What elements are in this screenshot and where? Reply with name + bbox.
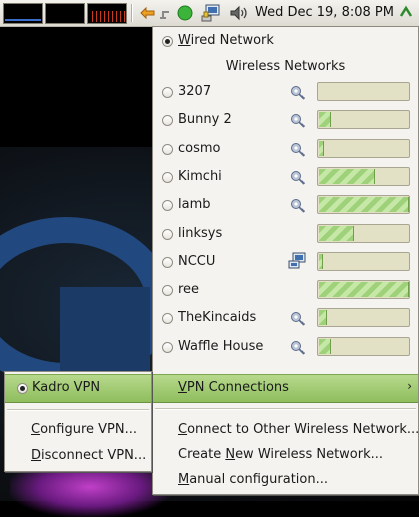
encrypted-network-icon [290, 170, 306, 186]
network-name: lamb [178, 197, 211, 213]
network-radio[interactable] [162, 171, 173, 183]
network-radio[interactable] [162, 285, 173, 297]
wireless-network-item[interactable]: Waffle House [153, 334, 418, 362]
wireless-network-item[interactable]: linksys [153, 221, 418, 249]
network-radio[interactable] [162, 313, 173, 325]
network-radio[interactable] [162, 115, 173, 127]
menu-separator [155, 408, 416, 410]
wireless-networks-header: Wireless Networks [225, 59, 346, 74]
signal-strength-bar [317, 223, 410, 243]
mail-notify-icon[interactable] [139, 4, 157, 22]
wireless-network-item[interactable]: ree [153, 277, 418, 305]
menu-separator [7, 409, 149, 411]
memory-monitor-applet[interactable] [45, 3, 85, 24]
signal-strength-fill [319, 197, 409, 213]
vpn-connections-item[interactable]: VPN Connections › [153, 374, 418, 403]
wired-network-label: Wired Network [178, 33, 274, 48]
status-green-icon[interactable] [176, 4, 194, 22]
network-manager-icon[interactable] [201, 4, 223, 22]
wireless-network-item[interactable]: lamb [153, 192, 418, 220]
volume-icon[interactable] [229, 4, 249, 22]
signal-strength-fill [319, 168, 375, 184]
signal-strength-bar [317, 251, 410, 271]
network-name: cosmo [178, 140, 221, 156]
network-radio[interactable] [162, 200, 173, 212]
signal-strength-fill [319, 282, 409, 298]
network-radio[interactable] [162, 143, 173, 155]
network-name: 3207 [178, 84, 212, 99]
signal-strength-bar [317, 308, 410, 328]
signal-strength-fill [319, 140, 324, 156]
network-name: ree [178, 282, 200, 298]
signal-strength-bar [317, 280, 410, 300]
wired-radio[interactable] [162, 36, 173, 47]
signal-strength-fill [319, 310, 327, 326]
network-radio[interactable] [162, 341, 173, 353]
signal-strength-bar [317, 82, 410, 101]
signal-strength-bar [317, 138, 410, 158]
signal-strength-bar [317, 110, 410, 130]
top-panel: Wed Dec 19, 8:08 PM [0, 0, 419, 27]
wireless-network-item[interactable]: Bunny 2 [153, 107, 418, 135]
wired-network-item[interactable]: Wired Network [153, 28, 418, 56]
create-new-wireless-item[interactable]: Create New Wireless Network... [153, 442, 418, 470]
encrypted-network-icon [290, 311, 306, 327]
signal-strength-bar [317, 166, 410, 186]
encrypted-network-icon [290, 142, 306, 158]
manual-configuration-item[interactable]: Manual configuration... [153, 467, 418, 495]
network-name: Kimchi [178, 168, 222, 184]
network-radio[interactable] [162, 87, 173, 98]
signal-strength-bar [317, 195, 410, 215]
vpn-kadro-label: Kadro VPN [32, 380, 101, 395]
panel-clock[interactable]: Wed Dec 19, 8:08 PM [255, 5, 394, 20]
configure-vpn-item[interactable]: Configure VPN... [5, 417, 151, 445]
signal-strength-fill [319, 253, 323, 269]
signal-strength-bar [317, 336, 410, 356]
network-radio[interactable] [162, 228, 173, 240]
encrypted-network-icon [290, 340, 306, 356]
submenu-arrow-icon: › [407, 379, 412, 393]
network-connected-icon[interactable] [158, 4, 176, 22]
wireless-network-item[interactable]: 3207 [153, 79, 418, 107]
vpn-kadro-radio[interactable] [17, 383, 28, 394]
network-name: Waffle House [178, 338, 264, 354]
network-name: Bunny 2 [178, 112, 232, 128]
encrypted-network-icon [290, 113, 306, 129]
signal-strength-fill [319, 338, 331, 354]
vpn-connections-label: VPN Connections [178, 380, 289, 395]
connect-other-wireless-item[interactable]: Connect to Other Wireless Network... [153, 417, 419, 445]
signal-strength-fill [319, 225, 354, 241]
wireless-network-item[interactable]: cosmo [153, 136, 418, 164]
encrypted-network-icon [290, 85, 306, 101]
panel-separator [131, 4, 133, 22]
network-name: NCCU [178, 253, 216, 269]
vpn-kadro-item[interactable]: Kadro VPN [5, 374, 151, 403]
network-radio[interactable] [162, 256, 173, 268]
network-menu: Wired Network Wireless Networks 3207 Bunn… [152, 26, 419, 495]
network-name: TheKincaids [178, 310, 257, 326]
encrypted-network-icon [290, 198, 306, 214]
wireless-network-item[interactable]: NCCU [153, 249, 418, 277]
wireless-network-item[interactable]: Kimchi [153, 164, 418, 192]
network-monitor-applet[interactable] [87, 3, 128, 24]
disconnect-vpn-item[interactable]: Disconnect VPN... [5, 443, 151, 471]
vpn-submenu: Kadro VPN Configure VPN... Disconnect VP… [4, 371, 152, 472]
signal-strength-fill [319, 112, 331, 128]
power-icon[interactable] [397, 4, 415, 22]
network-name: linksys [178, 225, 223, 241]
adhoc-network-icon [288, 252, 306, 269]
wireless-network-item[interactable]: TheKincaids [153, 305, 418, 333]
cpu-monitor-applet[interactable] [3, 3, 43, 24]
